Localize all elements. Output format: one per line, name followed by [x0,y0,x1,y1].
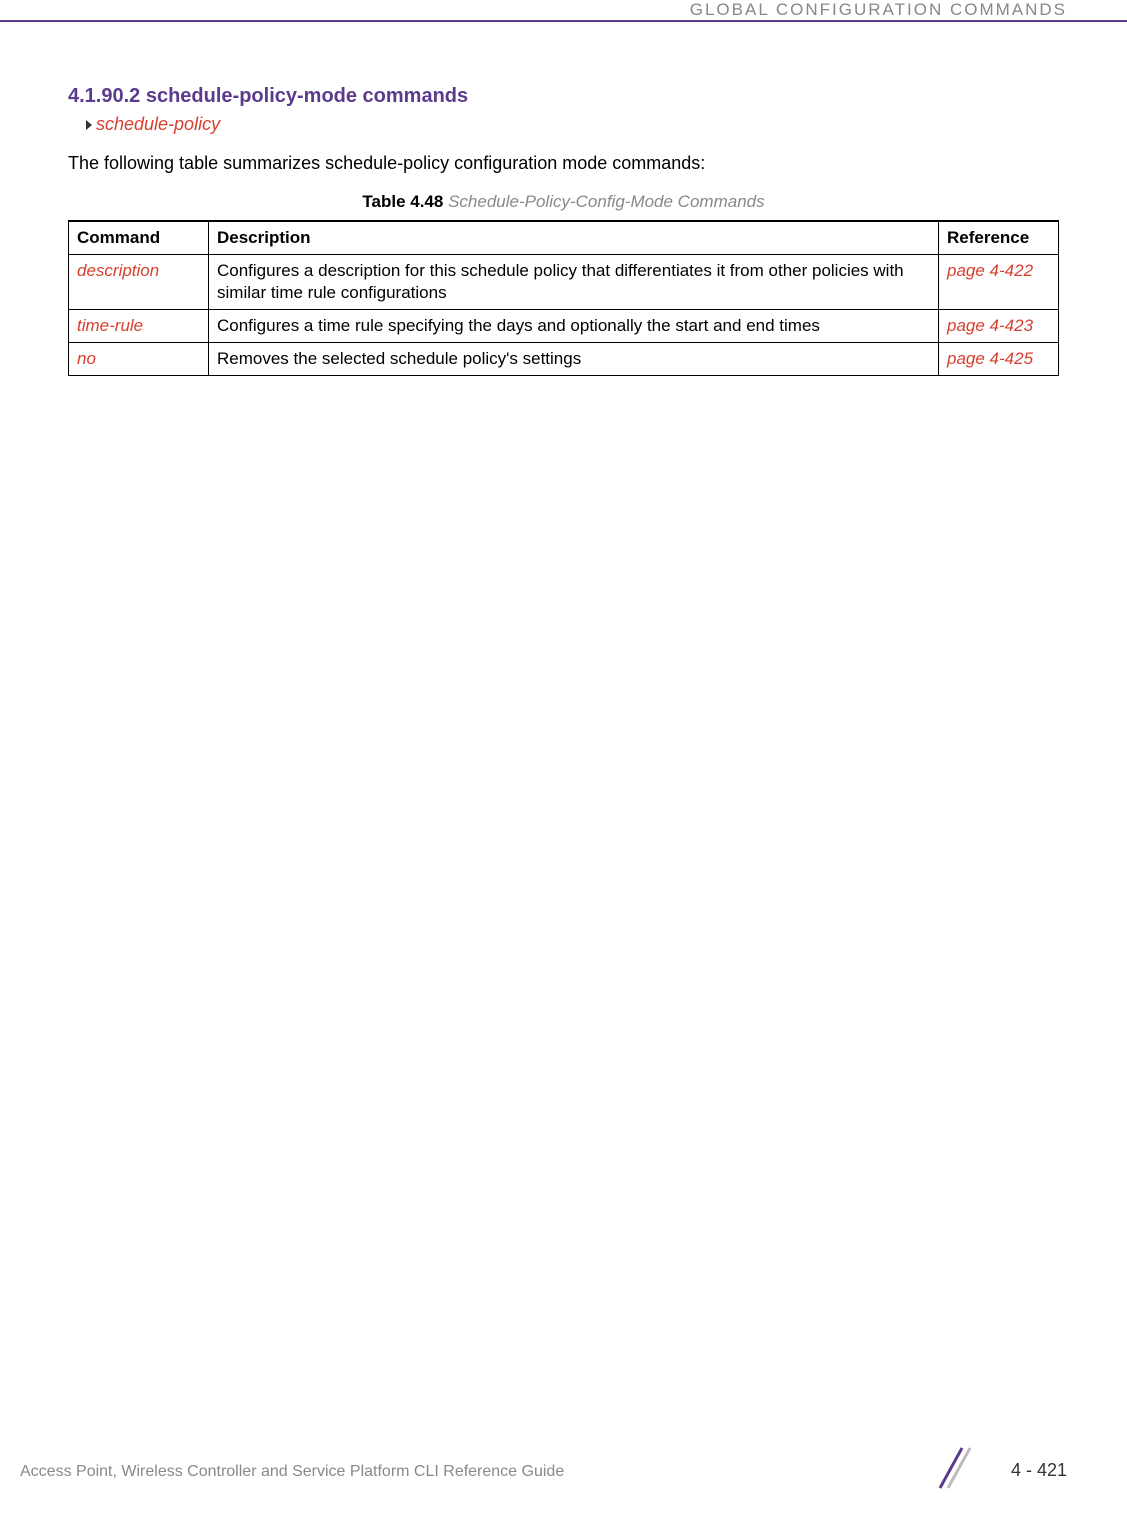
command-link[interactable]: description [69,255,209,310]
reference-link[interactable]: page 4-425 [939,343,1059,376]
reference-link[interactable]: page 4-423 [939,310,1059,343]
table-header-row: Command Description Reference [69,221,1059,255]
header-rule [0,20,1127,22]
footer-slash-icon [932,1443,972,1493]
table-row: time-rule Configures a time rule specify… [69,310,1059,343]
table-row: no Removes the selected schedule policy'… [69,343,1059,376]
col-header-description: Description [209,221,939,255]
reference-link[interactable]: page 4-422 [939,255,1059,310]
chevron-right-icon [86,120,92,130]
page-number: 4 - 421 [1011,1460,1067,1481]
breadcrumb[interactable]: schedule-policy [86,114,1059,135]
content-area: 4.1.90.2 schedule-policy-mode commands s… [68,85,1059,376]
command-description: Configures a description for this schedu… [209,255,939,310]
footer-text: Access Point, Wireless Controller and Se… [20,1463,564,1481]
table-caption: Table 4.48 Schedule-Policy-Config-Mode C… [68,192,1059,212]
command-description: Configures a time rule specifying the da… [209,310,939,343]
table-row: description Configures a description for… [69,255,1059,310]
col-header-command: Command [69,221,209,255]
footer: Access Point, Wireless Controller and Se… [0,1455,1127,1485]
command-link[interactable]: time-rule [69,310,209,343]
table-caption-title: Schedule-Policy-Config-Mode Commands [448,192,765,211]
breadcrumb-label: schedule-policy [96,114,220,134]
command-description: Removes the selected schedule policy's s… [209,343,939,376]
table-caption-number: Table 4.48 [362,192,443,211]
header-title: GLOBAL CONFIGURATION COMMANDS [690,0,1067,20]
section-heading: 4.1.90.2 schedule-policy-mode commands [68,85,1059,108]
command-link[interactable]: no [69,343,209,376]
intro-text: The following table summarizes schedule-… [68,153,1059,174]
commands-table: Command Description Reference descriptio… [68,220,1059,376]
col-header-reference: Reference [939,221,1059,255]
